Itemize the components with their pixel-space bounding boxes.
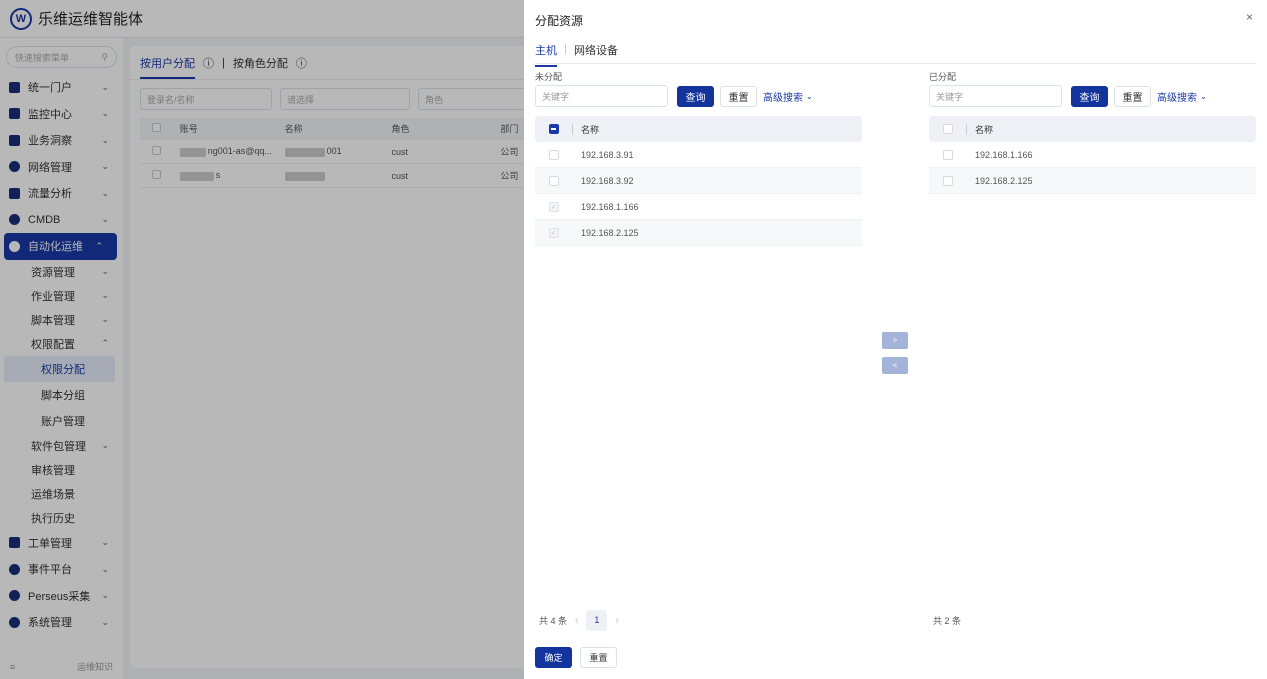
assigned-label: 已分配 xyxy=(929,72,957,82)
assigned-select-all-checkbox[interactable] xyxy=(942,124,953,134)
page-number-button[interactable]: 1 xyxy=(586,609,608,631)
unassigned-label: 未分配 xyxy=(535,72,563,82)
assigned-total: 共 2 条 xyxy=(933,615,962,626)
column-divider xyxy=(966,123,967,135)
assigned-query-button[interactable]: 查询 xyxy=(1071,85,1108,107)
unassigned-col-name: 名称 xyxy=(581,124,600,135)
unassigned-total: 共 4 条 xyxy=(539,615,568,626)
unassigned-keyword-input[interactable]: 关键字 xyxy=(535,85,668,107)
row-checkbox-disabled: ✓ xyxy=(548,201,559,212)
list-item: ✓ 192.168.1.166 xyxy=(535,194,862,220)
list-item[interactable]: 192.168.3.92 xyxy=(535,168,862,194)
list-item: ✓ 192.168.2.125 xyxy=(535,220,862,246)
row-checkbox[interactable] xyxy=(942,149,953,160)
chevron-down-icon: ⌄ xyxy=(806,91,813,101)
unassigned-query-button[interactable]: 查询 xyxy=(677,85,714,107)
assigned-pagination: 共 2 条 xyxy=(933,609,961,631)
footer-reset-button[interactable]: 重置 xyxy=(580,647,617,668)
row-checkbox[interactable] xyxy=(548,149,559,160)
assigned-col-name: 名称 xyxy=(975,124,994,135)
resource-type-tabs: 主机 网络设备 xyxy=(535,42,1255,67)
list-item[interactable]: 192.168.2.125 xyxy=(929,168,1256,194)
drawer-title: 分配资源 xyxy=(535,14,584,28)
tab-divider xyxy=(565,44,566,54)
chevron-down-icon: ⌄ xyxy=(1200,91,1207,101)
column-divider xyxy=(572,123,573,135)
list-item[interactable]: 192.168.3.91 xyxy=(535,142,862,168)
assigned-panel: 已分配 关键字 查询 重置 高级搜索 ⌄ 名称 192.168.1.166 192… xyxy=(929,70,1256,194)
assigned-search-bar: 关键字 查询 重置 高级搜索 ⌄ xyxy=(929,85,1256,107)
next-page-icon[interactable]: › xyxy=(615,615,618,626)
row-checkbox[interactable] xyxy=(548,175,559,186)
assigned-list-header: 名称 xyxy=(929,116,1256,142)
close-icon[interactable]: × xyxy=(1246,10,1253,24)
list-item[interactable]: 192.168.1.166 xyxy=(929,142,1256,168)
assigned-keyword-input[interactable]: 关键字 xyxy=(929,85,1062,107)
confirm-button[interactable]: 确定 xyxy=(535,647,572,668)
unassigned-search-bar: 关键字 查询 重置 高级搜索 ⌄ xyxy=(535,85,862,107)
move-left-button[interactable]: < xyxy=(882,357,908,374)
unassigned-reset-button[interactable]: 重置 xyxy=(720,85,757,107)
unassigned-panel: 未分配 关键字 查询 重置 高级搜索 ⌄ 名称 192.168.3.91 192.… xyxy=(535,70,862,246)
row-checkbox-disabled: ✓ xyxy=(548,227,559,238)
tab-network-device[interactable]: 网络设备 xyxy=(574,42,618,65)
unassigned-select-all-checkbox[interactable] xyxy=(548,124,559,134)
unassigned-pagination: 共 4 条 ‹ 1 › xyxy=(539,609,627,631)
move-right-button[interactable]: > xyxy=(882,332,908,349)
unassigned-list: 名称 192.168.3.91 192.168.3.92 ✓ 192.168.1… xyxy=(535,116,862,246)
prev-page-icon[interactable]: ‹ xyxy=(575,615,578,626)
drawer-footer: 确定 重置 xyxy=(535,647,617,668)
assigned-list: 名称 192.168.1.166 192.168.2.125 xyxy=(929,116,1256,194)
unassigned-list-header: 名称 xyxy=(535,116,862,142)
tab-host[interactable]: 主机 xyxy=(535,42,557,67)
assign-resource-drawer: 分配资源 × 主机 网络设备 未分配 关键字 查询 重置 高级搜索 ⌄ 名称 19… xyxy=(524,0,1267,679)
unassigned-advanced-search-link[interactable]: 高级搜索 ⌄ xyxy=(763,89,813,104)
row-checkbox[interactable] xyxy=(942,175,953,186)
assigned-reset-button[interactable]: 重置 xyxy=(1114,85,1151,107)
assigned-advanced-search-link[interactable]: 高级搜索 ⌄ xyxy=(1157,89,1207,104)
